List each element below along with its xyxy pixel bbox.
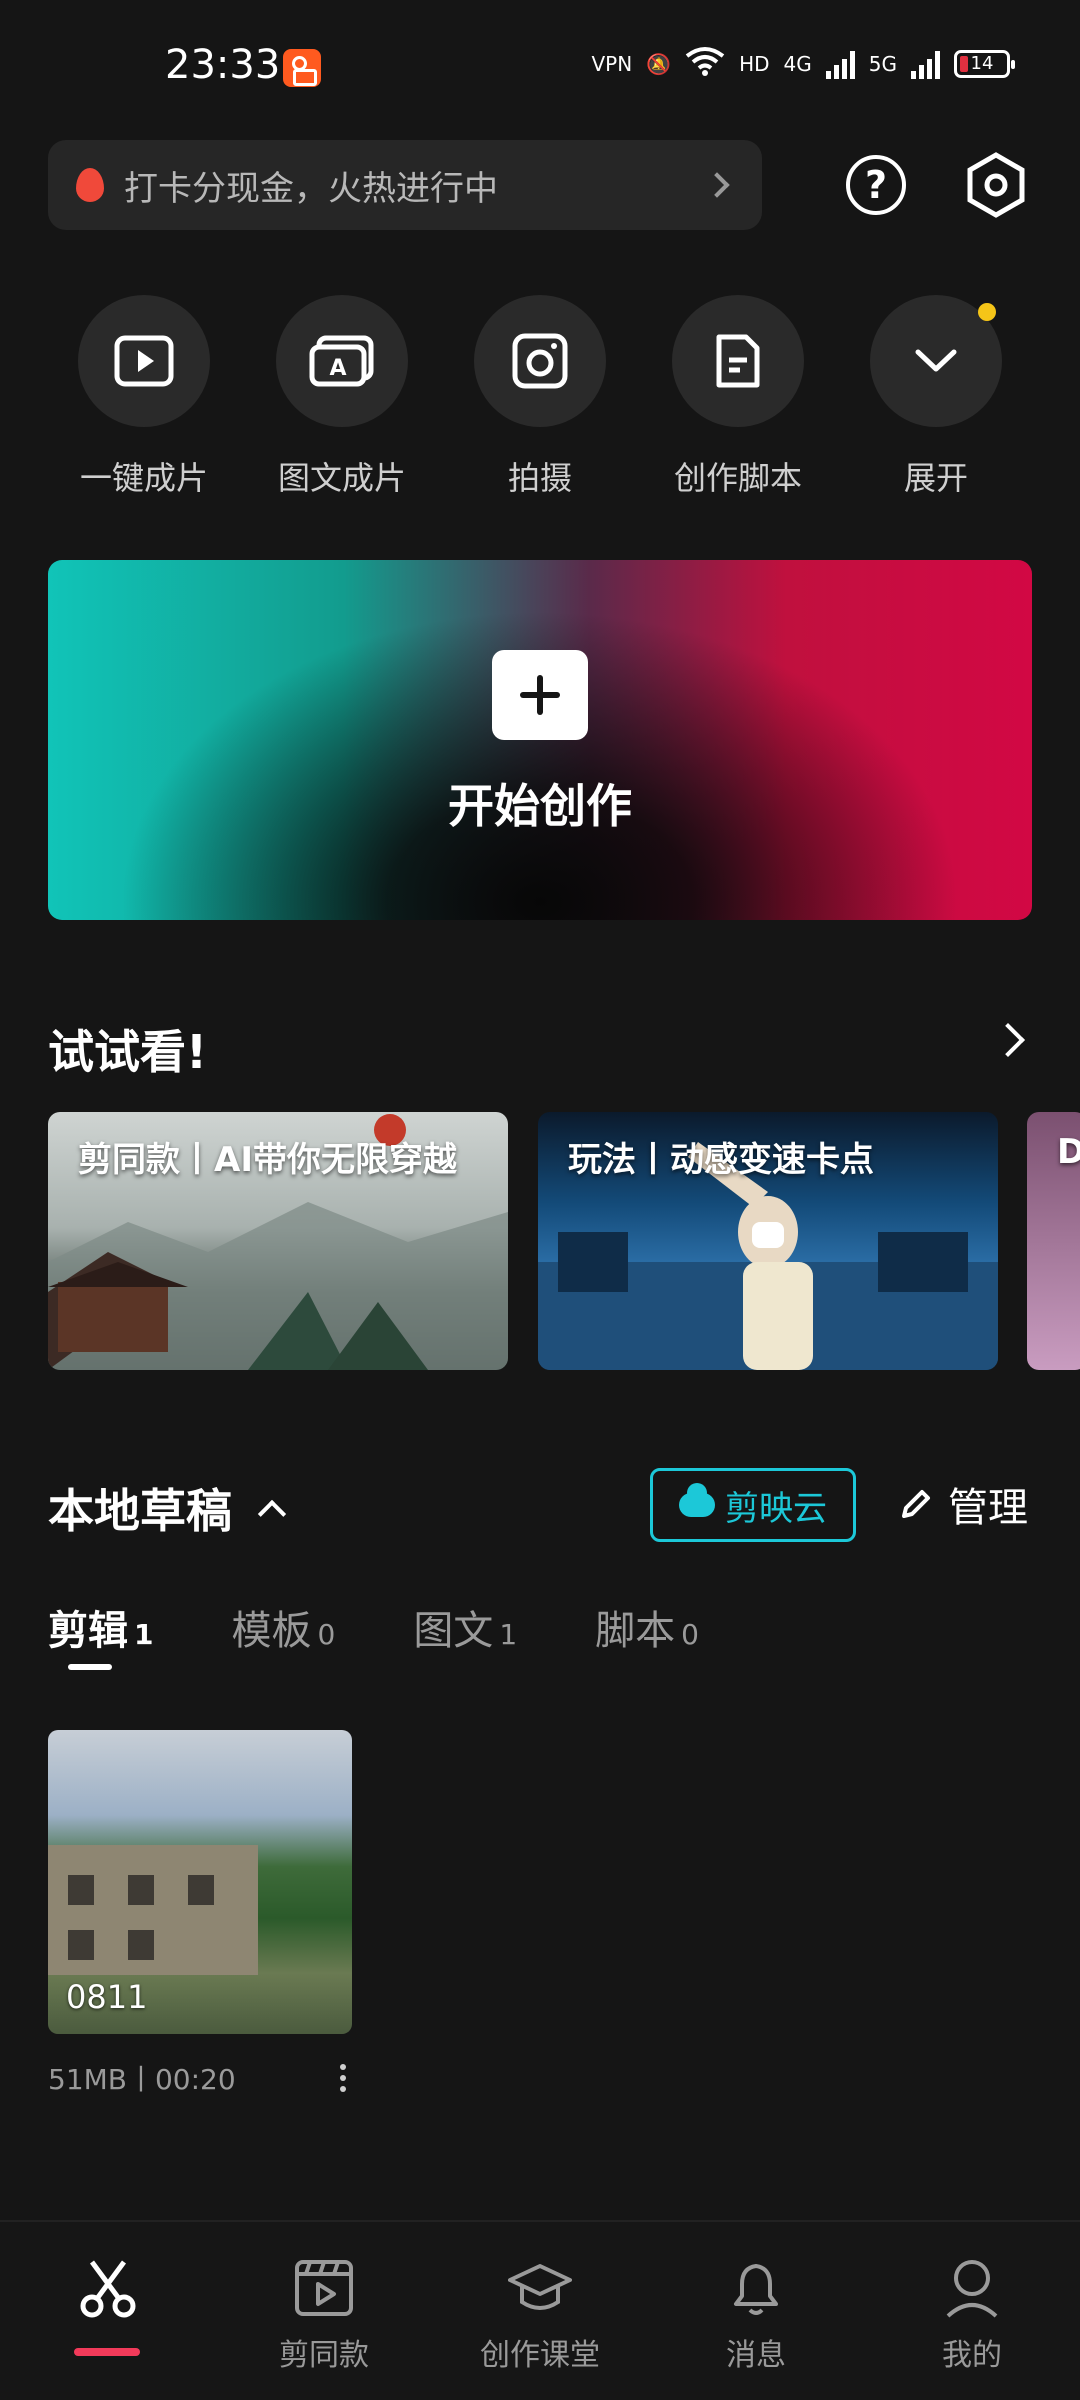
tab-active-indicator [68, 1664, 112, 1670]
try-card[interactable]: 玩法丨动感变速卡点 [538, 1112, 998, 1370]
tab-label: 脚本 [595, 1608, 676, 1654]
vpn-icon: VPN [591, 51, 633, 76]
graduation-cap-icon [508, 2256, 572, 2320]
tab-template[interactable]: 模板 0 [231, 1598, 335, 1678]
try-cards: 剪同款丨AI带你无限穿越 玩法丨动感变速卡点 D [48, 1112, 1080, 1370]
nav-label: 剪同款 [279, 2338, 369, 2373]
drafts-title[interactable]: 本地草稿 [48, 1475, 287, 1541]
battery-level: 14 [970, 52, 994, 74]
nav-course[interactable]: 创作课堂 [450, 2256, 630, 2374]
quick-action-one-click[interactable]: 一键成片 [44, 295, 244, 499]
nav-messages[interactable]: 消息 [666, 2256, 846, 2374]
draft-thumbnail[interactable]: 0811 [48, 1730, 352, 2034]
bottom-nav: 剪同款 创作课堂 消息 我的 [0, 2220, 1080, 2400]
quick-action-label: 一键成片 [79, 459, 208, 497]
cloud-icon [679, 1483, 715, 1517]
tab-edit[interactable]: 剪辑 1 [48, 1598, 153, 1678]
drafts-title-label: 本地草稿 [48, 1484, 232, 1538]
start-create-label: 开始创作 [448, 779, 632, 833]
mute-icon: 🔕 [646, 51, 672, 76]
fire-icon [76, 168, 104, 202]
tab-count: 1 [499, 1618, 518, 1651]
tab-label: 剪辑 [48, 1608, 128, 1654]
try-section-title: 试试看! [48, 1025, 207, 1079]
tab-count: 0 [317, 1618, 336, 1651]
camera-icon [474, 295, 606, 427]
more-vertical-icon[interactable] [340, 2064, 346, 2092]
help-button[interactable]: ? [846, 155, 906, 215]
tab-script[interactable]: 脚本 0 [595, 1598, 699, 1678]
tab-image-text[interactable]: 图文 1 [413, 1598, 517, 1678]
kwai-app-icon [283, 49, 321, 87]
settings-button[interactable] [966, 152, 1026, 218]
try-card[interactable]: D [1027, 1112, 1080, 1370]
chevron-down-icon [870, 295, 1002, 427]
quick-action-label: 创作脚本 [673, 459, 802, 497]
script-icon [672, 295, 804, 427]
network-5g-label: 5G [868, 51, 897, 76]
svg-text:A: A [329, 356, 346, 381]
wifi-icon [685, 46, 725, 81]
quick-action-label: 展开 [903, 459, 968, 497]
house-image [48, 1845, 258, 1975]
quick-action-camera[interactable]: 拍摄 [440, 295, 640, 499]
quick-action-script[interactable]: 创作脚本 [638, 295, 838, 499]
signal-icon [825, 49, 855, 79]
promo-banner[interactable]: 打卡分现金，火热进行中 [48, 140, 762, 230]
battery-icon: 14 [954, 49, 1015, 78]
plus-icon [492, 650, 588, 740]
tab-label: 图文 [413, 1608, 494, 1654]
tab-label: 模板 [231, 1608, 312, 1654]
notification-dot [978, 303, 996, 321]
bell-icon [724, 2256, 788, 2320]
pencil-icon [902, 1490, 930, 1518]
nav-label: 创作课堂 [480, 2338, 600, 2373]
settings-hexagon-icon [967, 152, 1025, 218]
draft-name: 0811 [66, 1978, 148, 2016]
network-4g-label: 4G [783, 51, 812, 76]
status-bar: 23:33 VPN 🔕 HD 4G 5G 14 [0, 0, 1080, 130]
tab-count: 0 [681, 1618, 699, 1651]
template-icon [292, 2256, 356, 2320]
play-icon [78, 295, 210, 427]
nav-label: 消息 [726, 2338, 786, 2373]
chevron-right-icon [704, 172, 730, 198]
nav-profile[interactable]: 我的 [882, 2256, 1062, 2374]
chevron-right-icon[interactable] [991, 1023, 1025, 1057]
manage-button[interactable]: 管理 [898, 1475, 1028, 1533]
status-time: 23:33 [165, 42, 281, 88]
scissors-icon [76, 2256, 140, 2320]
quick-action-expand[interactable]: 展开 [836, 295, 1036, 499]
start-create-button[interactable]: 开始创作 [48, 560, 1032, 920]
try-card-title: 剪同款丨AI带你无限穿越 [78, 1140, 457, 1180]
cloud-button-label: 剪映云 [725, 1488, 827, 1529]
manage-button-label: 管理 [948, 1485, 1028, 1531]
tab-count: 1 [134, 1618, 154, 1651]
nav-edit[interactable] [18, 2256, 198, 2330]
image-text-icon: A [276, 295, 408, 427]
draft-meta: 51MB丨00:20 [48, 2063, 236, 2096]
signal-icon-2 [911, 49, 940, 79]
nav-label: 我的 [942, 2338, 1002, 2373]
nav-active-indicator [74, 2348, 140, 2356]
promo-text: 打卡分现金，火热进行中 [124, 168, 498, 209]
try-card-title: D [1057, 1132, 1080, 1172]
user-icon [940, 2256, 1004, 2320]
try-card[interactable]: 剪同款丨AI带你无限穿越 [48, 1112, 508, 1370]
nav-template[interactable]: 剪同款 [234, 2256, 414, 2374]
cloud-button[interactable]: 剪映云 [650, 1468, 856, 1542]
draft-tabs: 剪辑 1 模板 0 图文 1 脚本 0 [48, 1598, 777, 1678]
quick-action-image-text[interactable]: A 图文成片 [242, 295, 442, 499]
try-card-title: 玩法丨动感变速卡点 [568, 1140, 874, 1180]
hd-icon: HD [739, 51, 770, 76]
quick-action-label: 拍摄 [507, 459, 572, 497]
quick-action-label: 图文成片 [277, 459, 406, 497]
chevron-up-icon [257, 1499, 287, 1529]
status-icons: VPN 🔕 HD 4G 5G 14 [591, 46, 1015, 81]
quick-actions: 一键成片 A 图文成片 拍摄 创作脚本 展开 [0, 295, 1080, 515]
